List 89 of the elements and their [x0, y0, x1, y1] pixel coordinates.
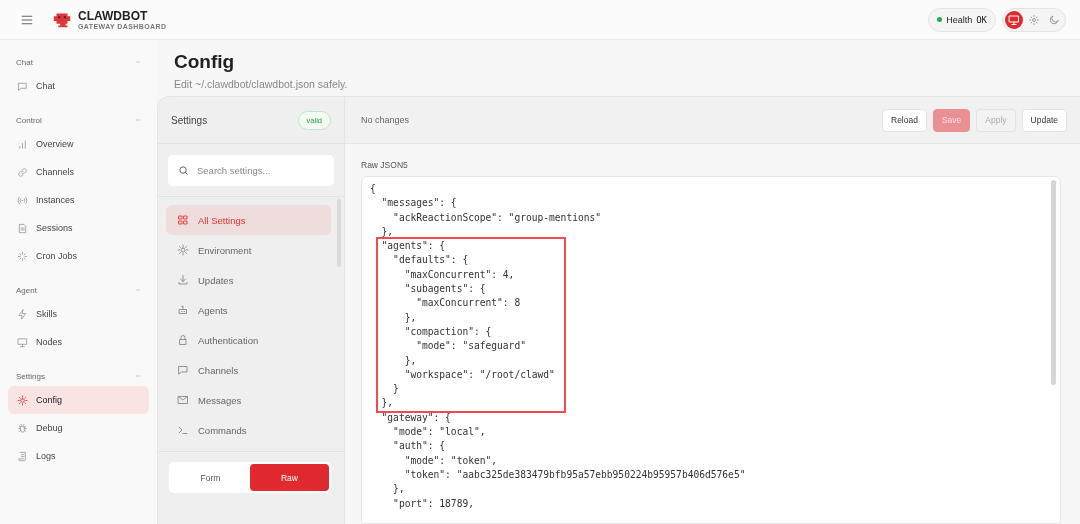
code-line: }, — [392, 482, 405, 497]
code-line: "agents": { — [380, 239, 446, 254]
code-line: "mode": "token", — [403, 453, 498, 468]
sidebar-item[interactable]: Chat — [8, 72, 149, 100]
chat-icon — [177, 364, 189, 376]
page-subtitle: Edit ~/.clawdbot/clawdbot.json safely. — [174, 78, 349, 90]
download-icon — [177, 274, 189, 286]
menu-icon[interactable] — [21, 14, 33, 25]
collapse-icon[interactable] — [135, 117, 141, 123]
sidebar-item[interactable]: Sessions — [8, 214, 149, 242]
code-line: "subagents": { — [403, 282, 486, 297]
health-label: Health — [946, 14, 973, 25]
bug-icon — [17, 422, 28, 434]
code-line: { — [370, 182, 376, 196]
change-status: No changes — [361, 115, 410, 125]
code-line: "maxConcurrent": 4, — [403, 267, 515, 282]
settings-item[interactable]: Commands — [166, 415, 331, 445]
theme-button[interactable] — [1005, 10, 1023, 29]
sidebar-item[interactable]: Config — [8, 386, 149, 414]
sidebar-item[interactable]: Debug — [8, 414, 149, 442]
collapse-icon[interactable] — [135, 59, 141, 65]
code-line: }, — [403, 310, 417, 325]
health-value: OK — [976, 14, 987, 25]
brand-name: CLAWDBOT — [78, 9, 149, 23]
settings-item[interactable]: Authentication — [166, 325, 331, 355]
sidebar-item[interactable]: Nodes — [8, 328, 149, 356]
moon-icon — [1048, 13, 1060, 26]
section-heading: Settings — [16, 371, 45, 381]
code-line: "mode": "local", — [392, 425, 486, 440]
bar-chart-icon — [17, 138, 28, 150]
sidebar-item[interactable]: Cron Jobs — [8, 242, 149, 270]
toolbar-button[interactable]: Reload — [882, 108, 927, 132]
code-line: }, — [380, 224, 394, 239]
code-line: }, — [380, 396, 394, 411]
settings-item[interactable]: Channels — [166, 355, 331, 385]
code-line: "token": "aabc325de383479bfb95a57ebb950224b95957b406d576e5" — [403, 467, 746, 482]
code-editor[interactable] — [361, 176, 1061, 524]
mail-icon — [177, 394, 189, 406]
sidebar-item[interactable]: Overview — [8, 130, 149, 158]
monitor-icon — [1008, 13, 1020, 26]
collapse-icon[interactable] — [135, 373, 141, 379]
robot-icon — [177, 304, 189, 316]
search-icon — [178, 165, 189, 176]
collapse-icon[interactable] — [135, 287, 141, 293]
sidebar-item[interactable]: Channels — [8, 158, 149, 186]
mode-button[interactable]: Raw — [250, 464, 329, 491]
code-line: "maxConcurrent": 8 — [415, 296, 521, 311]
grid-icon — [177, 214, 189, 226]
sun-icon — [1028, 13, 1040, 26]
scrollbar[interactable] — [1051, 180, 1056, 385]
code-line: "workspace": "/root/clawd" — [403, 367, 555, 382]
chat-icon — [17, 80, 28, 92]
spark-icon — [17, 250, 28, 262]
toolbar-button[interactable]: Update — [1021, 108, 1067, 132]
code-line: "auth": { — [392, 439, 446, 454]
document-icon — [17, 222, 28, 234]
section-heading: Control — [16, 115, 42, 125]
mode-button[interactable]: Form — [171, 464, 250, 491]
page-title: Config — [174, 51, 236, 73]
signal-icon — [17, 194, 28, 206]
code-line: "port": 18789, — [392, 496, 474, 511]
sidebar-item[interactable]: Instances — [8, 186, 149, 214]
search-field[interactable]: Search settings... — [168, 155, 334, 186]
code-line: "messages": { — [380, 196, 457, 211]
code-line: } — [392, 382, 399, 397]
lightning-icon — [17, 308, 28, 320]
code-line: "mode": "safeguard" — [415, 339, 526, 354]
settings-title: Settings — [171, 114, 208, 126]
link-icon — [17, 166, 28, 178]
monitor-icon — [17, 336, 28, 348]
code-line: "defaults": { — [392, 253, 469, 268]
scroll-icon — [17, 450, 28, 462]
settings-item[interactable]: Agents — [166, 295, 331, 325]
settings-icon — [17, 394, 28, 406]
settings-icon — [177, 244, 189, 256]
settings-item[interactable]: Messages — [166, 385, 331, 415]
terminal-icon — [177, 424, 189, 436]
sidebar-item[interactable]: Skills — [8, 300, 149, 328]
code-line: "compaction": { — [403, 324, 492, 339]
editor-label: Raw JSON5 — [361, 160, 409, 170]
code-line: }, — [403, 353, 417, 368]
settings-item[interactable]: Updates — [166, 265, 331, 295]
code-line: "ackReactionScope": "group-mentions" — [392, 210, 602, 225]
section-heading: Chat — [16, 57, 33, 67]
settings-item[interactable]: Environment — [166, 235, 331, 265]
section-heading: Agent — [16, 285, 37, 295]
code-line: "gateway": { — [380, 410, 451, 425]
lock-icon — [177, 334, 189, 346]
sidebar-item[interactable]: Logs — [8, 442, 149, 470]
